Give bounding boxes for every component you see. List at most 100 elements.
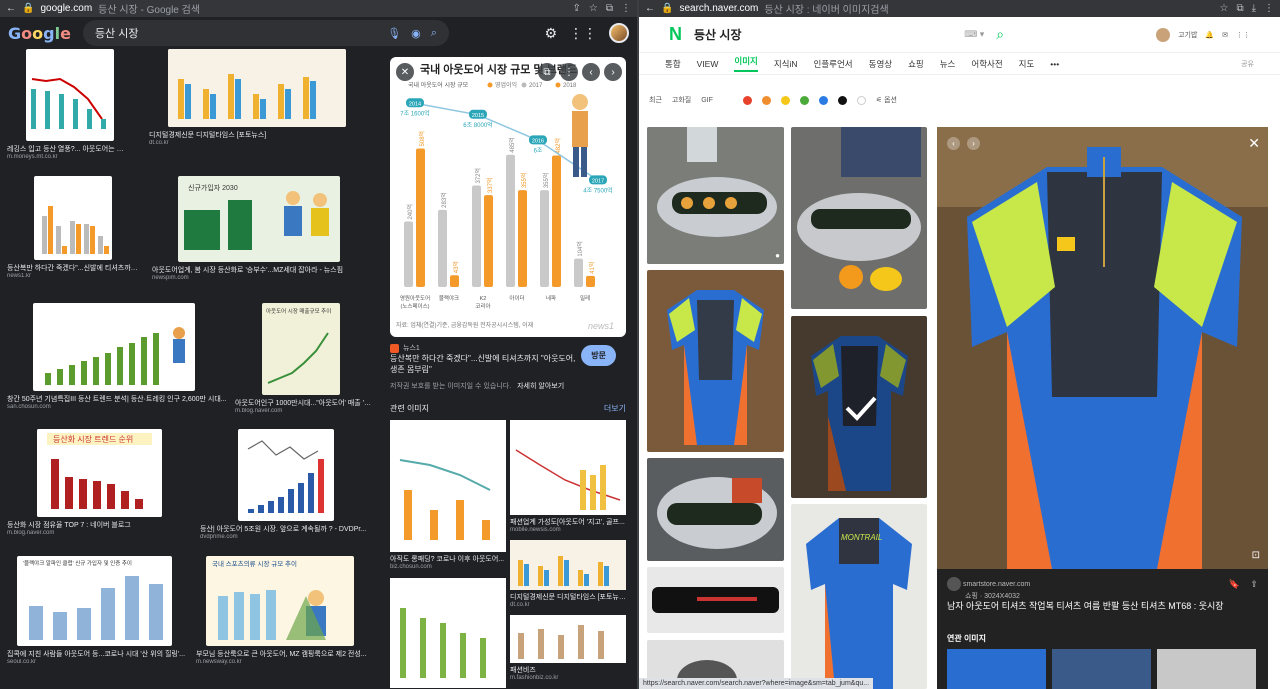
- related-image[interactable]: 패션업계 가성도[아웃도어 '지고', 골프... mobile.newsis.…: [510, 420, 626, 533]
- related-image[interactable]: [1052, 649, 1151, 689]
- search-icon[interactable]: ⌕: [996, 26, 1004, 43]
- visit-button[interactable]: 방문: [581, 345, 616, 366]
- mail-icon[interactable]: ✉: [1222, 31, 1228, 39]
- preview-image[interactable]: 국내 아웃도어 시장 규모 및 브랜드 국내 아웃도어 시장 규모 영업이익 20…: [390, 57, 626, 337]
- menu-icon[interactable]: ⋮: [621, 3, 631, 14]
- tab-6[interactable]: 쇼핑: [908, 58, 924, 70]
- related-image[interactable]: 패션비즈 m.fashionbiz.co.kr: [510, 615, 626, 681]
- bar-value-label: 372억: [474, 168, 482, 184]
- prev-icon[interactable]: ‹: [582, 63, 600, 81]
- trend-label: 등산화 시장 트렌드 순위: [53, 434, 133, 444]
- share-icon[interactable]: ⇪: [573, 3, 581, 14]
- browser-address-bar[interactable]: ← 🔒 search.naver.com 등산 시장 : 네이버 이미지검색 ☆…: [639, 0, 1280, 17]
- detail-title[interactable]: 남자 아웃도어 티셔츠 작업복 티셔츠 여름 반팔 등산 티셔츠 MT68 : …: [947, 599, 1257, 612]
- settings-icon[interactable]: ⚙: [544, 25, 557, 42]
- bell-icon[interactable]: 🔔: [1205, 31, 1214, 39]
- google-logo[interactable]: Google: [8, 24, 71, 43]
- related-image[interactable]: [1157, 649, 1256, 689]
- related-image[interactable]: 아직도 롱패딩? 코로나 이후 아웃도어... biz.chosun.com: [390, 420, 506, 570]
- back-icon[interactable]: ←: [6, 3, 16, 14]
- color-filter-swatch[interactable]: [799, 95, 809, 105]
- tab-1[interactable]: VIEW: [697, 59, 719, 69]
- close-icon[interactable]: ✕: [1248, 135, 1260, 152]
- download-icon[interactable]: ⤓: [1252, 3, 1256, 14]
- color-filter-swatch[interactable]: [780, 95, 790, 105]
- preview-title[interactable]: 등산복만 하다간 죽겠다"...신발에 티셔츠까지 "아웃도어, 생존 몸부림": [390, 353, 580, 375]
- close-icon[interactable]: ✕: [396, 63, 414, 81]
- bookmark-icon[interactable]: 🔖: [1229, 579, 1240, 590]
- user-menu[interactable]: 고기밥 🔔 ✉ ⋮⋮: [1156, 27, 1250, 42]
- image-result[interactable]: 신규가입자 2030 아웃도어업계, 봄 시장 등산화로 '승부수'...MZ세…: [152, 176, 372, 281]
- learn-more-link[interactable]: 자세히 알아보기: [517, 383, 564, 390]
- filter-chip[interactable]: 고화질: [672, 95, 691, 105]
- related-image[interactable]: [390, 578, 506, 688]
- more-link[interactable]: 더보기: [604, 403, 626, 414]
- keyboard-icon[interactable]: ⌨ ▾: [964, 29, 984, 40]
- browser-address-bar[interactable]: ← 🔒 google.com 등산 시장 - Google 검색 ⇪ ☆ ⧉ ⋮: [0, 0, 637, 17]
- lens-search-icon[interactable]: ⊡: [1252, 550, 1260, 561]
- color-filter-swatch[interactable]: [742, 95, 752, 105]
- lens-icon[interactable]: ◉: [411, 27, 421, 40]
- avatar[interactable]: [609, 23, 629, 43]
- image-result[interactable]: MONTRAIL: [791, 504, 927, 689]
- related-image[interactable]: 디지털경제신문 디지털타임스 [포토뉴스... dt.co.kr: [510, 540, 626, 608]
- search-input[interactable]: 등산 시장: [694, 26, 742, 43]
- color-filter-swatch[interactable]: [818, 95, 828, 105]
- mic-icon[interactable]: 🎙: [387, 27, 401, 40]
- filter-chip[interactable]: GIF: [701, 97, 713, 104]
- image-result[interactable]: [647, 567, 784, 633]
- related-image[interactable]: [947, 649, 1046, 689]
- image-result[interactable]: [791, 127, 927, 309]
- more-icon[interactable]: ⋮: [560, 63, 578, 81]
- image-result[interactable]: '블랙야크 알파인 클럽' 신규 가입자 및 인증 추이 집콕에 지친 사람들 …: [7, 556, 192, 665]
- outdoor-market-chart: 국내 아웃도어 시장 규모 및 브랜드 국내 아웃도어 시장 규모 영업이익 20…: [396, 62, 614, 331]
- menu-icon[interactable]: ⋮: [1264, 3, 1274, 14]
- image-result[interactable]: [791, 316, 927, 498]
- detail-source[interactable]: smartstore.naver.com 쇼핑 · 3024X4032: [947, 577, 1030, 601]
- naver-logo[interactable]: N: [669, 24, 682, 45]
- share-button[interactable]: 공유: [1241, 59, 1254, 69]
- open-in-new-icon[interactable]: ⧉: [538, 63, 556, 81]
- image-result[interactable]: 창간 50주년 기념특집III 등산 트렌드 분석| 등산·트레킹 인구 2,6…: [7, 303, 229, 410]
- image-result[interactable]: 등산화 시장 트렌드 순위 등산화 시장 점유율 TOP 7 : 네이버 블로그…: [7, 429, 227, 536]
- color-filter-swatch[interactable]: [856, 95, 866, 105]
- share-icon[interactable]: ⇪: [1250, 579, 1258, 590]
- tab-2[interactable]: 이미지: [734, 55, 758, 72]
- prev-icon[interactable]: ‹: [947, 137, 960, 150]
- search-icon[interactable]: ⌕: [431, 27, 437, 40]
- filter-chip[interactable]: 최근: [649, 95, 662, 105]
- image-result[interactable]: 국내 스포츠의류 시장 규모 추이 부모님 등산룩으로 큰 아웃도어, MZ 캠…: [196, 556, 376, 665]
- next-icon[interactable]: ›: [967, 137, 980, 150]
- next-icon[interactable]: ›: [604, 63, 622, 81]
- tab-4[interactable]: 인플루언서: [814, 58, 853, 70]
- tab-5[interactable]: 동영상: [869, 58, 892, 70]
- apps-icon[interactable]: ⋮⋮: [569, 25, 597, 42]
- extension-icon[interactable]: ⧉: [606, 3, 613, 14]
- options-button[interactable]: ⚟ 옵션: [876, 95, 897, 105]
- color-filter-swatch[interactable]: [837, 95, 847, 105]
- image-result[interactable]: 아웃도어 시장 매출규모 추이 아웃도어인구 1000만시대..."아웃도어' …: [235, 303, 375, 414]
- image-result[interactable]: [647, 270, 784, 452]
- image-result[interactable]: 레깅스 입고 등산 열풍?... 아웃도어는 여전... m.moneys.mt…: [7, 49, 127, 160]
- tab-10[interactable]: •••: [1050, 59, 1059, 69]
- tab-9[interactable]: 지도: [1019, 58, 1035, 70]
- search-input[interactable]: 등산 시장 🎙 ◉ ⌕: [82, 20, 449, 46]
- image-result[interactable]: 등산| 아웃도어 5조원 시장. 앞으로 계속될까 ? - DVDPr... d…: [200, 429, 370, 540]
- tab-7[interactable]: 뉴스: [940, 58, 956, 70]
- preview-source-label: 뉴스1: [403, 345, 420, 352]
- image-result[interactable]: [647, 458, 784, 561]
- tab-8[interactable]: 어학사전: [971, 58, 1002, 70]
- image-result[interactable]: ●: [647, 127, 784, 264]
- image-result[interactable]: 디지털경제신문 디지털타임스 [포토뉴스] dt.co.kr: [149, 49, 369, 146]
- extension-icon[interactable]: ⧉: [1236, 3, 1243, 14]
- detail-image[interactable]: ‹ › ✕ ⊡: [937, 127, 1268, 569]
- tab-3[interactable]: 지식iN: [774, 58, 798, 70]
- back-icon[interactable]: ←: [645, 3, 655, 14]
- star-icon[interactable]: ☆: [589, 3, 598, 14]
- color-filter-swatch[interactable]: [761, 95, 771, 105]
- image-result[interactable]: 등산복만 하다간 죽겠다"...신발에 티셔츠까지... news1.kr: [7, 176, 142, 279]
- apps-icon[interactable]: ⋮⋮: [1236, 31, 1250, 39]
- related-images-heading: 연관 이미지: [947, 634, 987, 643]
- tab-0[interactable]: 통합: [665, 58, 681, 70]
- star-icon[interactable]: ☆: [1219, 3, 1228, 14]
